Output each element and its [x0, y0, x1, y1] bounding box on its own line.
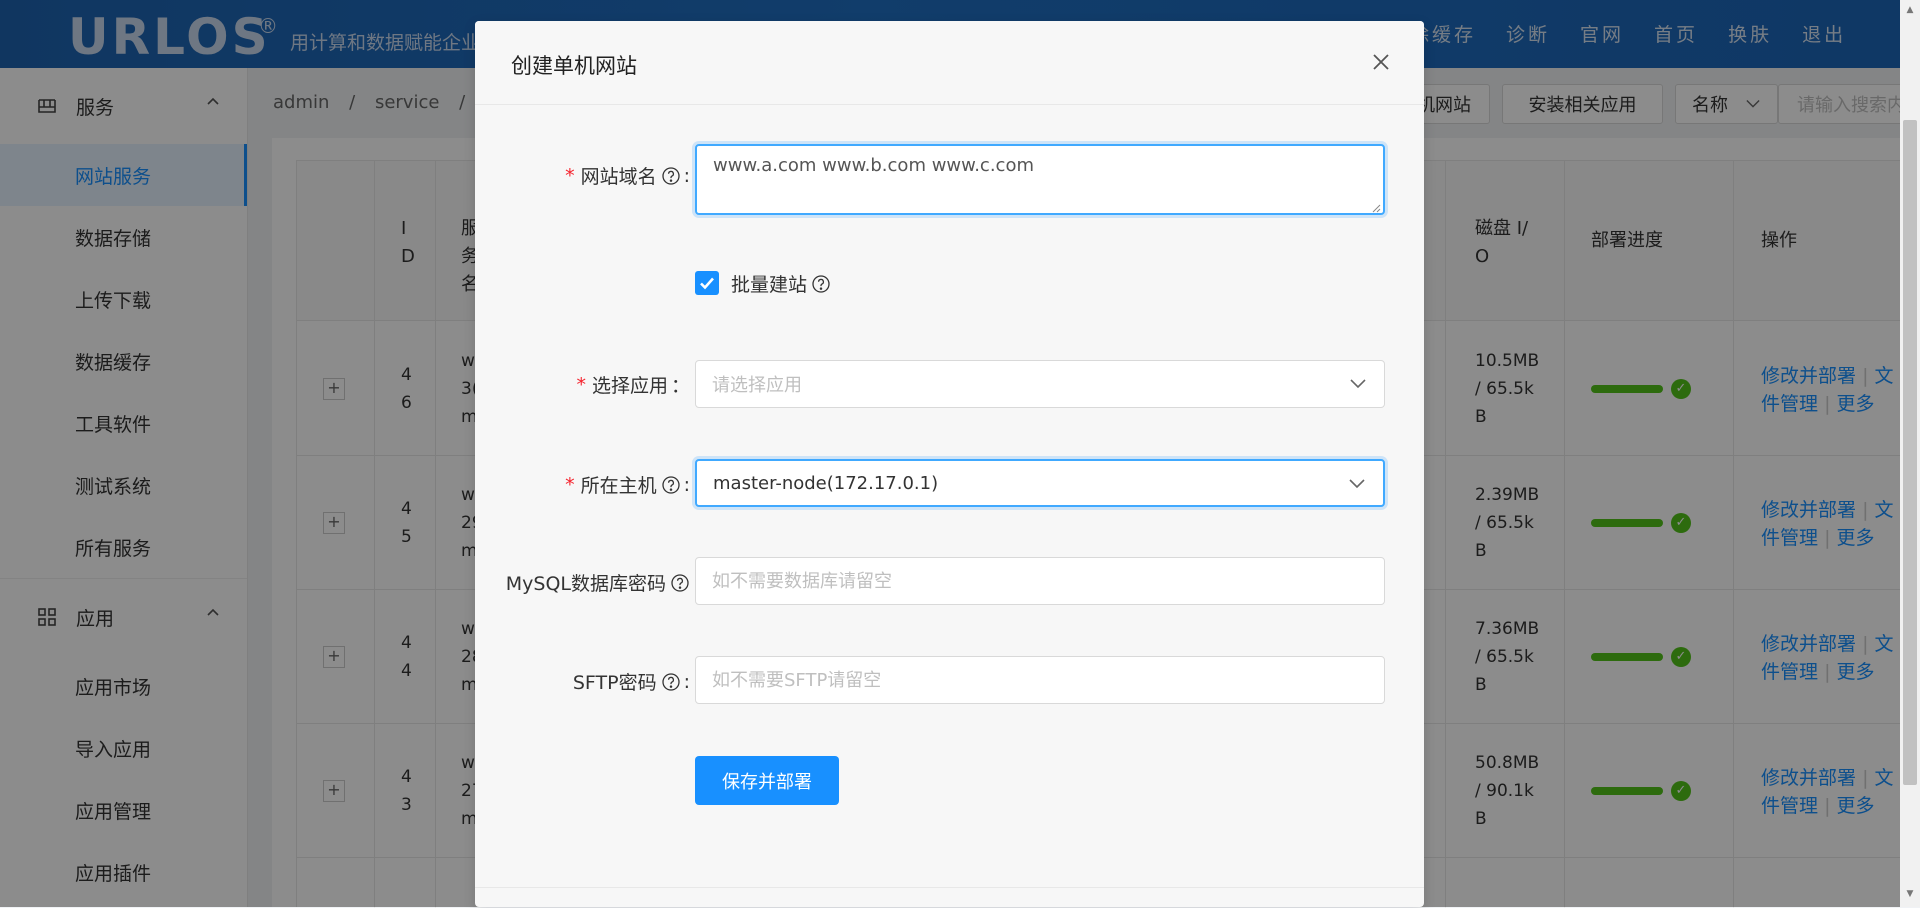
check-icon [700, 277, 714, 290]
label-colon: : [683, 473, 690, 496]
scrollbar-thumb[interactable] [1903, 120, 1917, 785]
mysql-password-input[interactable] [695, 557, 1385, 605]
modal-header: 创建单机网站 [475, 21, 1424, 105]
domain-label-text: 网站域名 [580, 166, 657, 188]
batch-checkbox[interactable] [695, 271, 719, 295]
scroll-down-icon[interactable]: ▼ [1905, 890, 1915, 899]
modal-footer-divider [475, 887, 1424, 888]
host-select[interactable]: master-node(172.17.0.1) [695, 459, 1385, 507]
label-colon: : [683, 164, 690, 187]
page-scrollbar[interactable]: ▲ ▼ [1900, 0, 1920, 907]
batch-label[interactable]: 批量建站 [731, 270, 831, 297]
host-select-value: master-node(172.17.0.1) [713, 472, 939, 494]
save-deploy-button[interactable]: 保存并部署 [695, 756, 839, 805]
scroll-up-icon[interactable]: ▲ [1905, 6, 1915, 15]
required-mark: * [565, 164, 575, 187]
app-label: * 选择应用 ： [576, 371, 690, 398]
label-colon: : [683, 670, 690, 693]
mysql-label: MySQL数据库密码 [506, 569, 690, 596]
app-select[interactable]: 请选择应用 [695, 360, 1385, 408]
required-mark: * [565, 473, 575, 496]
modal-title: 创建单机网站 [511, 54, 637, 78]
sftp-label: SFTP密码 : [573, 668, 690, 695]
app-label-text: 选择应用 [591, 375, 668, 397]
help-circle-icon[interactable] [661, 672, 681, 692]
close-icon[interactable] [1370, 51, 1392, 73]
resize-grip-icon[interactable] [1371, 203, 1381, 213]
help-circle-icon[interactable] [661, 475, 681, 495]
chevron-down-icon [1350, 379, 1366, 389]
host-label: * 所在主机 : [565, 471, 690, 498]
mysql-label-text: MySQL数据库密码 [505, 573, 666, 595]
label-colon: ： [670, 375, 690, 397]
help-circle-icon[interactable] [811, 274, 831, 294]
domain-textarea[interactable] [695, 144, 1385, 215]
required-mark: * [576, 373, 586, 396]
create-site-modal: 创建单机网站 * 网站域名 : 批量建站 * 选择应用 ： 请选择应用 * 所在… [475, 21, 1424, 907]
domain-label: * 网站域名 : [565, 162, 690, 189]
sftp-password-input[interactable] [695, 656, 1385, 704]
help-circle-icon[interactable] [661, 166, 681, 186]
app-select-placeholder: 请选择应用 [712, 375, 802, 396]
help-circle-icon[interactable] [670, 573, 690, 593]
sftp-label-text: SFTP密码 [572, 672, 657, 694]
batch-label-text: 批量建站 [731, 274, 808, 296]
host-label-text: 所在主机 [580, 475, 657, 497]
chevron-down-icon [1349, 479, 1365, 489]
